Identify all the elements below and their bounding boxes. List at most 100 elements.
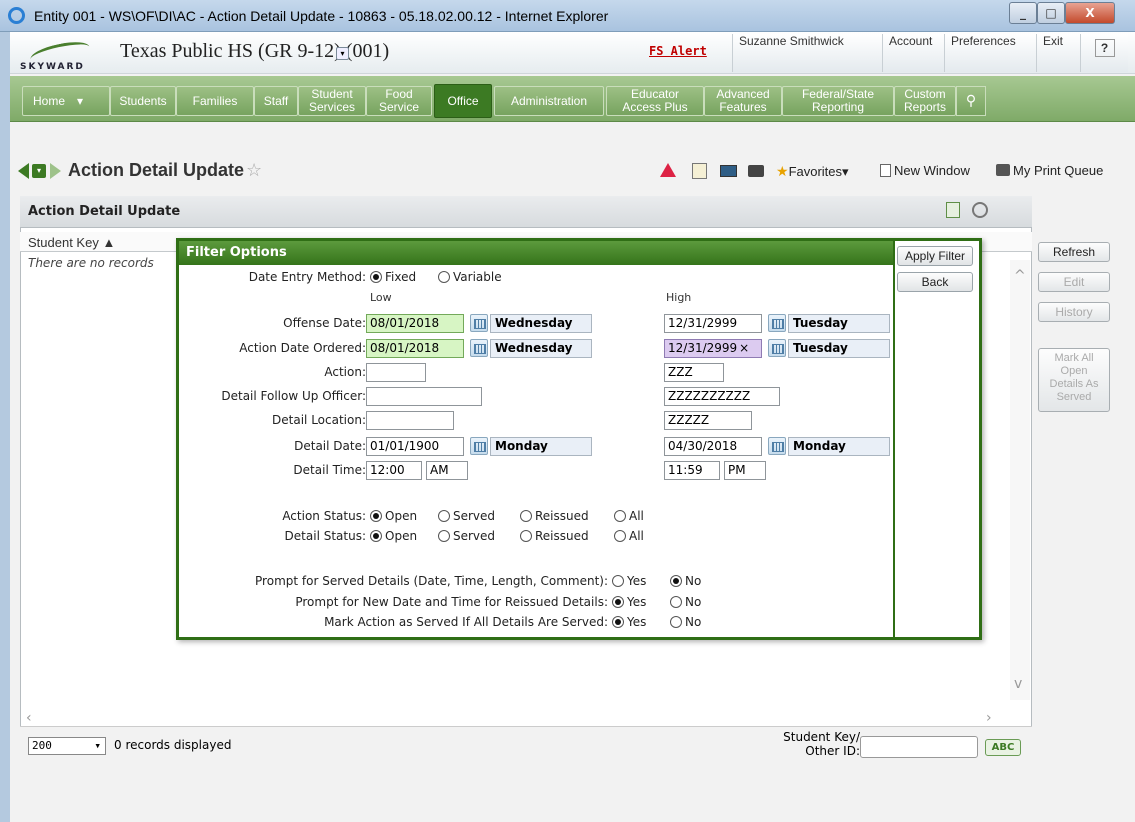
print-queue-button[interactable]: My Print Queue [996, 163, 1103, 178]
calendar-icon[interactable] [470, 339, 488, 357]
offense-date-low-input[interactable]: 08/01/2018 [366, 314, 464, 333]
nav-students[interactable]: Students [110, 86, 176, 116]
action-high-input[interactable]: ZZZ [664, 363, 724, 382]
alert-icon[interactable] [660, 163, 678, 179]
mark-all-served-button[interactable]: Mark All Open Details As Served [1038, 348, 1110, 412]
close-button[interactable]: X [1065, 2, 1115, 24]
prompt-served-yes-radio[interactable]: Yes [612, 574, 646, 588]
date-entry-variable-radio[interactable]: Variable [438, 270, 502, 284]
student-key-input[interactable] [860, 736, 978, 758]
column-header-student-key[interactable]: Student Key ▲ [28, 235, 115, 250]
camera-icon[interactable] [748, 165, 764, 177]
clear-icon[interactable]: × [739, 341, 749, 355]
back-button[interactable]: Back [897, 272, 973, 292]
nav-advanced-features[interactable]: Advanced Features [704, 86, 782, 116]
nav-staff[interactable]: Staff [254, 86, 298, 116]
detail-time-high-input[interactable]: 11:59 [664, 461, 720, 480]
prompt-reissued-yes-radio[interactable]: Yes [612, 595, 646, 609]
exit-link[interactable]: Exit [1036, 34, 1080, 72]
detail-date-high-input[interactable]: 04/30/2018 [664, 437, 762, 456]
calendar-icon[interactable] [470, 437, 488, 455]
star-icon: ★ [776, 163, 789, 179]
preferences-link[interactable]: Preferences [944, 34, 1036, 72]
detail-status-reissued-radio[interactable]: Reissued [520, 529, 589, 543]
scroll-down-icon[interactable]: v [1014, 676, 1022, 692]
edit-button[interactable]: Edit [1038, 272, 1110, 292]
search-icon[interactable]: ⚲ [956, 86, 986, 116]
nav-administration[interactable]: Administration [494, 86, 604, 116]
scroll-left-icon[interactable]: ‹ [26, 710, 32, 726]
screen-icon[interactable] [720, 165, 737, 177]
offense-date-high-input[interactable]: 12/31/2999 [664, 314, 762, 333]
mark-served-no-radio[interactable]: No [670, 615, 701, 629]
maximize-button[interactable]: □ [1037, 2, 1065, 24]
prompt-served-no-radio[interactable]: No [670, 574, 701, 588]
forward-arrow-icon[interactable] [50, 163, 61, 179]
fs-alert-link[interactable]: FS Alert [649, 44, 707, 58]
notes-icon[interactable] [692, 163, 707, 179]
favorites-menu[interactable]: ★Favorites▾ [776, 163, 849, 180]
nav-food-service[interactable]: Food Service [366, 86, 432, 116]
print-preview-icon[interactable] [972, 202, 988, 218]
detail-time-low-ampm[interactable]: AM [426, 461, 468, 480]
export-icon[interactable] [946, 202, 960, 218]
help-icon: ? [1094, 39, 1115, 57]
action-low-input[interactable] [366, 363, 426, 382]
apply-filter-button[interactable]: Apply Filter [897, 246, 973, 266]
nav-educator-access-plus[interactable]: Educator Access Plus [606, 86, 704, 116]
account-link[interactable]: Account [882, 34, 944, 72]
radio-unselected-icon [612, 575, 624, 587]
nav-federal-state-reporting[interactable]: Federal/State Reporting [782, 86, 894, 116]
abc-button[interactable]: ABC [985, 739, 1021, 756]
page-size-select[interactable]: 200 ▾ [28, 737, 106, 755]
nav-home[interactable]: Home ▾ [22, 86, 110, 116]
action-date-low-input[interactable]: 08/01/2018 [366, 339, 464, 358]
date-entry-fixed-radio[interactable]: Fixed [370, 270, 416, 284]
calendar-icon[interactable] [768, 339, 786, 357]
vertical-scrollbar[interactable] [1010, 260, 1030, 700]
prompt-reissued-no-radio[interactable]: No [670, 595, 701, 609]
detail-time-high-ampm[interactable]: PM [724, 461, 766, 480]
mark-served-yes-radio[interactable]: Yes [612, 615, 646, 629]
prompt-served-yes-label: Yes [627, 574, 647, 588]
nav-office[interactable]: Office [434, 84, 492, 118]
detail-location-low-input[interactable] [366, 411, 454, 430]
detail-date-low-input[interactable]: 01/01/1900 [366, 437, 464, 456]
action-status-reissued-radio[interactable]: Reissued [520, 509, 589, 523]
calendar-icon[interactable] [768, 437, 786, 455]
action-status-reissued-label: Reissued [535, 509, 589, 523]
scroll-right-icon[interactable]: › [986, 710, 992, 726]
action-date-high-input[interactable]: 12/31/2999 × [664, 339, 762, 358]
detail-status-open-radio[interactable]: Open [370, 529, 417, 543]
detail-status-reissued-label: Reissued [535, 529, 589, 543]
detail-status-served-radio[interactable]: Served [438, 529, 495, 543]
radio-selected-icon [612, 616, 624, 628]
offense-date-low-day: Wednesday [490, 314, 592, 333]
detail-status-all-radio[interactable]: All [614, 529, 644, 543]
chevron-down-icon[interactable]: ▾ [77, 94, 83, 108]
back-arrow-icon[interactable] [18, 163, 29, 179]
nav-families[interactable]: Families [176, 86, 254, 116]
calendar-icon[interactable] [470, 314, 488, 332]
minimize-button[interactable]: _ [1009, 2, 1037, 24]
detail-time-low-input[interactable]: 12:00 [366, 461, 422, 480]
new-window-button[interactable]: New Window [880, 163, 970, 178]
refresh-button[interactable]: Refresh [1038, 242, 1110, 262]
detail-officer-high-input[interactable]: ZZZZZZZZZZ [664, 387, 780, 406]
history-dropdown-icon[interactable]: ▾ [32, 164, 46, 178]
skyward-logo[interactable]: SKYWARD [20, 37, 98, 72]
history-button[interactable]: History [1038, 302, 1110, 322]
favorite-star-icon[interactable]: ☆ [246, 160, 262, 181]
action-status-served-radio[interactable]: Served [438, 509, 495, 523]
detail-officer-low-input[interactable] [366, 387, 482, 406]
detail-status-all-label: All [629, 529, 644, 543]
detail-location-high-input[interactable]: ZZZZZ [664, 411, 752, 430]
school-dropdown-icon[interactable]: ▾ [336, 47, 349, 60]
nav-student-services[interactable]: Student Services [298, 86, 366, 116]
action-status-open-radio[interactable]: Open [370, 509, 417, 523]
help-button[interactable]: ? [1080, 34, 1128, 72]
calendar-icon[interactable] [768, 314, 786, 332]
action-status-all-radio[interactable]: All [614, 509, 644, 523]
nav-custom-reports[interactable]: Custom Reports [894, 86, 956, 116]
scroll-up-icon[interactable]: ^ [1014, 268, 1026, 284]
